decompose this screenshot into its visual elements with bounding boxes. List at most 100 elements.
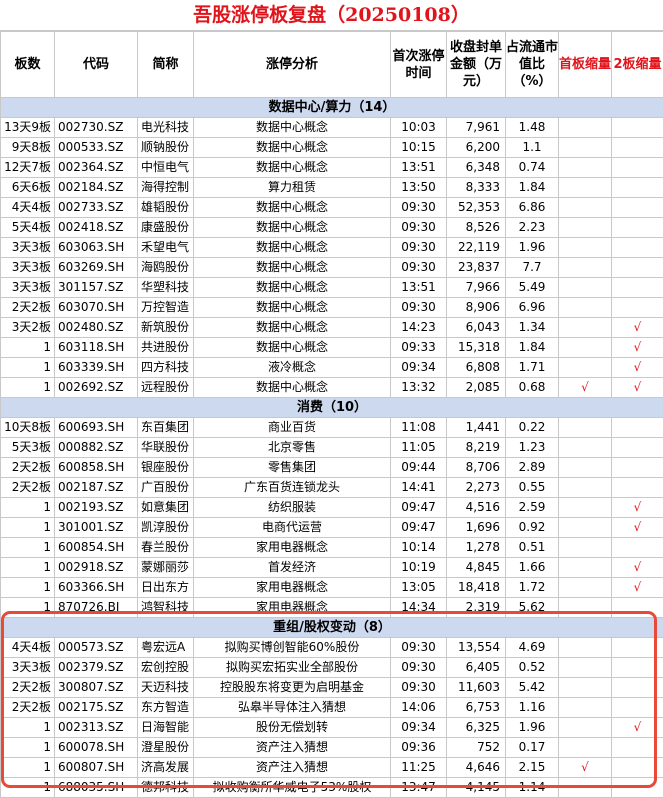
cell-first-shrink-mark — [559, 278, 612, 298]
cell-ban: 3天2板 — [1, 318, 55, 338]
cell-amount: 4,145 — [447, 778, 506, 798]
cell-amount: 8,526 — [447, 218, 506, 238]
cell-name: 康盛股份 — [138, 218, 194, 238]
cell-analysis: 商业百货 — [194, 418, 391, 438]
cell-name: 万控智造 — [138, 298, 194, 318]
cell-first-time: 10:03 — [391, 118, 447, 138]
cell-first-time: 09:30 — [391, 678, 447, 698]
cell-first-time: 10:19 — [391, 558, 447, 578]
cell-name: 华塑科技 — [138, 278, 194, 298]
cell-amount: 1,441 — [447, 418, 506, 438]
cell-amount: 6,753 — [447, 698, 506, 718]
cell-second-shrink-mark — [612, 138, 663, 158]
cell-first-time: 09:30 — [391, 258, 447, 278]
cell-ratio: 1.66 — [506, 558, 559, 578]
cell-code: 002692.SZ — [55, 378, 138, 398]
cell-analysis: 广东百货连锁龙头 — [194, 478, 391, 498]
cell-code: 603063.SH — [55, 238, 138, 258]
cell-amount: 7,961 — [447, 118, 506, 138]
cell-first-shrink-mark — [559, 218, 612, 238]
cell-first-shrink-mark — [559, 158, 612, 178]
cell-ratio: 0.55 — [506, 478, 559, 498]
cell-second-shrink-mark — [612, 298, 663, 318]
cell-first-time: 14:06 — [391, 698, 447, 718]
cell-ban: 1 — [1, 738, 55, 758]
cell-ban: 3天3板 — [1, 238, 55, 258]
cell-code: 002418.SZ — [55, 218, 138, 238]
cell-first-shrink-mark — [559, 578, 612, 598]
cell-code: 002313.SZ — [55, 718, 138, 738]
cell-amount: 6,200 — [447, 138, 506, 158]
cell-first-time: 09:30 — [391, 198, 447, 218]
cell-ratio: 0.92 — [506, 518, 559, 538]
cell-first-time: 09:47 — [391, 518, 447, 538]
cell-second-shrink-mark: √ — [612, 358, 663, 378]
cell-name: 澄星股份 — [138, 738, 194, 758]
table-row: 2天2板002187.SZ广百股份广东百货连锁龙头14:412,2730.55 — [1, 478, 663, 498]
cell-first-time: 13:47 — [391, 778, 447, 798]
cell-ratio: 1.1 — [506, 138, 559, 158]
cell-analysis: 北京零售 — [194, 438, 391, 458]
cell-name: 鸿智科技 — [138, 598, 194, 618]
cell-name: 电光科技 — [138, 118, 194, 138]
cell-first-time: 09:30 — [391, 658, 447, 678]
col-header-code: 代码 — [55, 32, 138, 98]
table-row: 1688035.SH德邦科技拟收购衡所华威电子53%股权13:474,1451.… — [1, 778, 663, 798]
cell-amount: 8,219 — [447, 438, 506, 458]
cell-ban: 13天9板 — [1, 118, 55, 138]
cell-code: 688035.SH — [55, 778, 138, 798]
cell-code: 002379.SZ — [55, 658, 138, 678]
cell-amount: 23,837 — [447, 258, 506, 278]
cell-amount: 2,319 — [447, 598, 506, 618]
cell-second-shrink-mark: √ — [612, 498, 663, 518]
cell-ban: 2天2板 — [1, 298, 55, 318]
cell-name: 日出东方 — [138, 578, 194, 598]
cell-ban: 1 — [1, 558, 55, 578]
cell-second-shrink-mark — [612, 438, 663, 458]
cell-analysis: 数据中心概念 — [194, 378, 391, 398]
col-header-ban: 板数 — [1, 32, 55, 98]
cell-ban: 1 — [1, 518, 55, 538]
cell-first-shrink-mark — [559, 678, 612, 698]
cell-amount: 22,119 — [447, 238, 506, 258]
cell-first-time: 10:14 — [391, 538, 447, 558]
cell-analysis: 算力租赁 — [194, 178, 391, 198]
cell-analysis: 家用电器概念 — [194, 578, 391, 598]
cell-analysis: 数据中心概念 — [194, 218, 391, 238]
cell-amount: 6,325 — [447, 718, 506, 738]
cell-ratio: 1.84 — [506, 178, 559, 198]
cell-second-shrink-mark — [612, 178, 663, 198]
cell-ban: 1 — [1, 538, 55, 558]
cell-ratio: 0.22 — [506, 418, 559, 438]
cell-analysis: 数据中心概念 — [194, 138, 391, 158]
cell-code: 002187.SZ — [55, 478, 138, 498]
cell-first-time: 13:51 — [391, 278, 447, 298]
cell-amount: 4,845 — [447, 558, 506, 578]
cell-first-shrink-mark — [559, 558, 612, 578]
cell-first-shrink-mark — [559, 238, 612, 258]
cell-ban: 5天4板 — [1, 218, 55, 238]
cell-amount: 13,554 — [447, 638, 506, 658]
cell-first-shrink-mark: √ — [559, 758, 612, 778]
cell-code: 002480.SZ — [55, 318, 138, 338]
cell-analysis: 资产注入猜想 — [194, 738, 391, 758]
cell-first-time: 14:34 — [391, 598, 447, 618]
cell-ratio: 6.86 — [506, 198, 559, 218]
cell-second-shrink-mark — [612, 778, 663, 798]
cell-second-shrink-mark — [612, 198, 663, 218]
cell-ratio: 0.17 — [506, 738, 559, 758]
cell-ratio: 0.68 — [506, 378, 559, 398]
cell-amount: 2,085 — [447, 378, 506, 398]
table-row: 3天3板002379.SZ宏创控股拟购买宏拓实业全部股份09:306,4050.… — [1, 658, 663, 678]
cell-first-shrink-mark — [559, 198, 612, 218]
col-header-ratio: 占流通市值比（%） — [506, 32, 559, 98]
cell-name: 如意集团 — [138, 498, 194, 518]
cell-second-shrink-mark: √ — [612, 518, 663, 538]
table-row: 2天2板600858.SH银座股份零售集团09:448,7062.89 — [1, 458, 663, 478]
cell-ratio: 0.74 — [506, 158, 559, 178]
cell-analysis: 拟收购衡所华威电子53%股权 — [194, 778, 391, 798]
cell-analysis: 数据中心概念 — [194, 238, 391, 258]
cell-code: 301001.SZ — [55, 518, 138, 538]
cell-name: 东方智造 — [138, 698, 194, 718]
cell-analysis: 首发经济 — [194, 558, 391, 578]
